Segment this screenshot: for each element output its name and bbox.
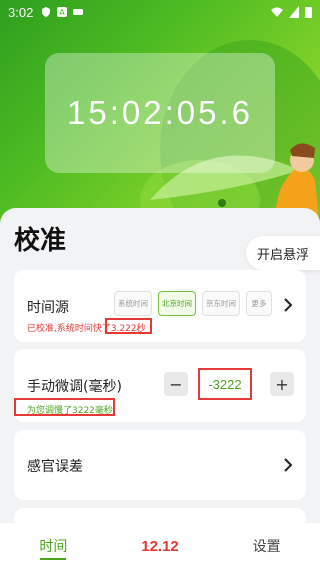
highlight-box <box>198 368 252 400</box>
status-bar: 3:02 A <box>0 0 320 24</box>
hero-banner: 15:02:05.6 <box>0 0 320 230</box>
sensory-error-label: 感官误差 <box>27 459 83 475</box>
source-tab-beijing[interactable]: 北京时间 <box>158 291 196 316</box>
wifi-icon <box>271 7 283 17</box>
chevron-right-icon[interactable] <box>283 458 293 472</box>
active-tab-indicator <box>40 558 67 560</box>
signal-icon <box>289 6 299 18</box>
status-time: 3:02 <box>8 4 34 20</box>
battery-icon <box>305 7 312 18</box>
svg-text:A: A <box>60 8 66 17</box>
keyboard-icon <box>73 9 84 15</box>
tab-time[interactable]: 时间 <box>0 536 107 560</box>
time-source-label: 时间源 <box>27 300 69 316</box>
decrease-button[interactable]: − <box>164 372 188 396</box>
open-float-button[interactable]: 开启悬浮 <box>246 236 320 270</box>
font-icon: A <box>57 7 68 17</box>
tab-promo[interactable]: 12.12 <box>107 538 214 555</box>
highlight-box <box>14 398 115 416</box>
highlight-box <box>105 318 152 334</box>
chevron-right-icon[interactable] <box>283 298 293 312</box>
time-source-card: 时间源 系统时间 北京时间 京东时间 更多 已校准,系统时间快了3.222秒 <box>14 270 306 342</box>
shield-icon <box>42 7 51 17</box>
tab-settings[interactable]: 设置 <box>213 536 320 556</box>
source-tab-jd[interactable]: 京东时间 <box>202 291 240 316</box>
tab-time-label: 时间 <box>39 539 68 555</box>
sensory-error-card[interactable]: 感官误差 <box>14 430 306 500</box>
source-tab-more[interactable]: 更多 <box>246 291 272 316</box>
manual-adjust-card: 手动微调(毫秒) − -3222 + 为您调慢了3222毫秒 <box>14 349 306 422</box>
increase-button[interactable]: + <box>270 372 294 396</box>
clock-display: 15:02:05.6 <box>67 94 253 131</box>
page-title: 校准 <box>14 226 67 256</box>
time-source-tabs: 系统时间 北京时间 京东时间 更多 <box>114 291 272 316</box>
manual-adjust-label: 手动微调(毫秒) <box>27 379 122 395</box>
source-tab-system[interactable]: 系统时间 <box>114 291 152 316</box>
clock-card: 15:02:05.6 <box>45 53 275 173</box>
bottom-tab-bar: 时间 12.12 设置 <box>0 523 320 569</box>
